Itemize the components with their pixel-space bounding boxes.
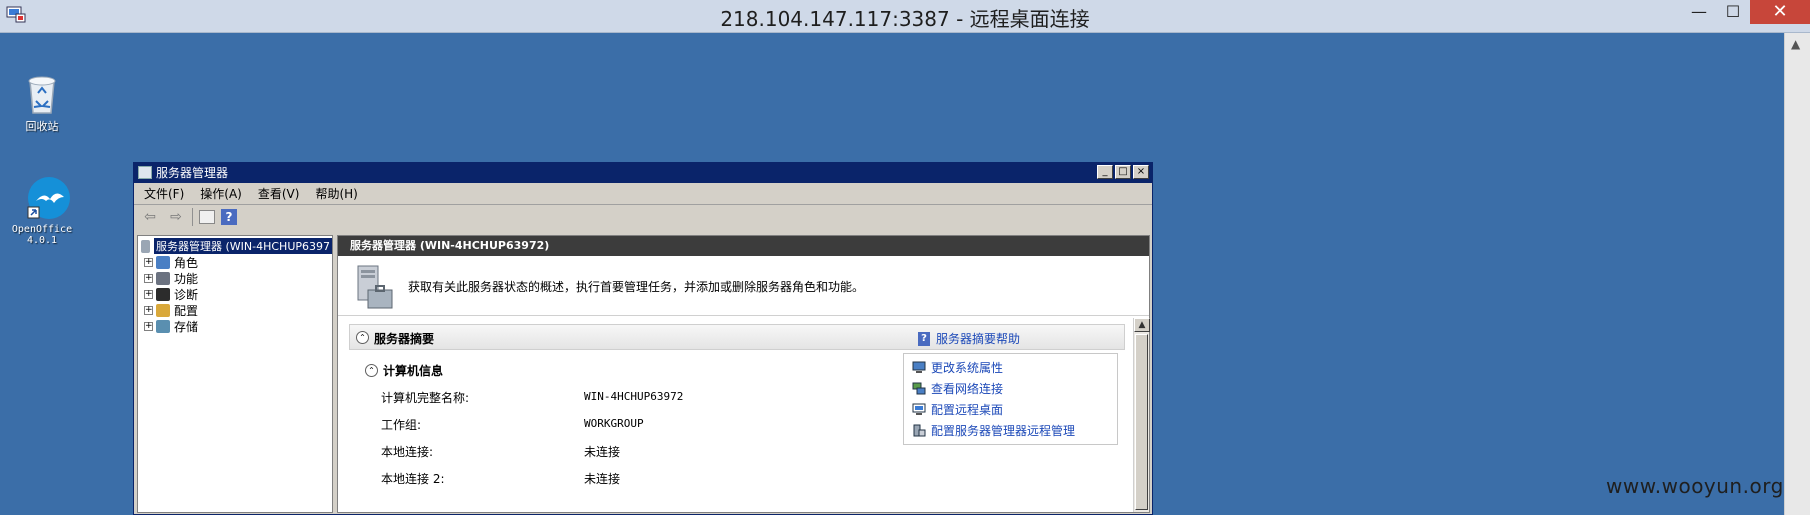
task-configure-remote-management[interactable]: 配置服务器管理器远程管理 [912, 422, 1075, 439]
remote-desktop: 回收站 OpenOffice 4.0.1 服务器管理器 _ □ × 文件(F) … [0, 33, 1784, 515]
info-label-local-connection-2: 本地连接 2: [381, 472, 445, 486]
pane-scrollbar[interactable]: ▲ [1133, 318, 1150, 512]
task-label: 查看网络连接 [931, 382, 1004, 396]
openoffice-label-line2: 4.0.1 [26, 235, 58, 246]
expand-icon[interactable]: + [144, 321, 153, 331]
minimize-button[interactable]: — [1682, 0, 1716, 24]
tree-item-storage[interactable]: + 存储 [138, 318, 332, 334]
server-icon [141, 239, 150, 253]
close-button[interactable]: ✕ [1750, 0, 1810, 24]
task-configure-remote-desktop[interactable]: 配置远程桌面 [912, 401, 1003, 418]
pane-description: 获取有关此服务器状态的概述，执行首要管理任务，并添加或删除服务器角色和功能。 [338, 256, 1149, 316]
tree-root-label: 服务器管理器 (WIN-4HCHUP6397 [153, 238, 332, 254]
menu-file[interactable]: 文件(F) [144, 185, 184, 202]
help-icon[interactable]: ? [221, 209, 237, 225]
collapse-icon[interactable]: ⌃ [365, 364, 378, 377]
expand-icon[interactable]: + [144, 289, 153, 299]
task-label: 配置远程桌面 [931, 403, 1004, 417]
server-toolbox-icon [357, 265, 393, 309]
window-title-bar[interactable]: 服务器管理器 _ □ × [134, 163, 1152, 183]
recycle-bin-shortcut[interactable]: 回收站 [20, 73, 64, 134]
collapse-icon[interactable]: ⌃ [356, 331, 369, 344]
expand-icon[interactable]: + [144, 257, 153, 267]
server-manager-icon [138, 166, 152, 179]
task-change-system-properties[interactable]: 更改系统属性 [912, 359, 1003, 376]
console-tree: 服务器管理器 (WIN-4HCHUP6397 + 角色 + 功能 + 诊断 + … [137, 235, 333, 513]
task-label: 更改系统属性 [931, 361, 1004, 375]
storage-icon [156, 319, 170, 333]
menu-bar: 文件(F) 操作(A) 查看(V) 帮助(H) [134, 183, 1152, 205]
forward-arrow-icon[interactable]: ⇨ [166, 208, 186, 226]
tree-item-label: 功能 [174, 271, 199, 286]
rdp-title-bar: 218.104.147.117:3387 - 远程桌面连接 — ☐ ✕ [0, 0, 1810, 33]
openoffice-label-line1: OpenOffice [11, 224, 73, 235]
info-value-workgroup: WORKGROUP [584, 417, 644, 430]
menu-action[interactable]: 操作(A) [200, 185, 242, 202]
window-controls: _ □ × [1097, 165, 1149, 179]
task-view-network-connections[interactable]: 查看网络连接 [912, 380, 1003, 397]
pane-body: ⌃ 服务器摘要 ? 服务器摘要帮助 ⌃ 计算机信息 计算机完整名称: WIN-4… [338, 318, 1133, 512]
pane-header: 服务器管理器 (WIN-4HCHUP63972) [338, 236, 1149, 256]
toolbar: ⇦ ⇨ ? [134, 205, 1152, 229]
tree-item-label: 诊断 [174, 287, 199, 302]
info-value-local-connection-2: 未连接 [584, 472, 621, 486]
system-properties-icon [912, 361, 926, 373]
server-summary-section: ⌃ 服务器摘要 ? 服务器摘要帮助 [349, 324, 1125, 350]
computer-info-title: 计算机信息 [383, 364, 444, 378]
expand-icon[interactable]: + [144, 273, 153, 283]
server-summary-title: 服务器摘要 [374, 332, 435, 346]
help-link-label: 服务器摘要帮助 [936, 332, 1021, 346]
maximize-button[interactable]: ☐ [1716, 0, 1750, 24]
remote-management-icon [913, 424, 926, 437]
window-close-button[interactable]: × [1133, 165, 1149, 179]
features-icon [156, 271, 170, 285]
tree-item-label: 角色 [174, 255, 199, 270]
scroll-up-arrow-icon[interactable]: ▲ [1134, 318, 1150, 332]
window-title: 服务器管理器 [156, 166, 229, 180]
rdp-scrollbar[interactable]: ▲ [1784, 33, 1810, 515]
menu-help[interactable]: 帮助(H) [315, 185, 357, 202]
tree-item-diagnostics[interactable]: + 诊断 [138, 286, 332, 302]
toolbar-divider [192, 208, 193, 226]
recycle-bin-label: 回收站 [25, 120, 59, 133]
rdp-window-title: 218.104.147.117:3387 - 远程桌面连接 [720, 7, 1090, 31]
window-minimize-button[interactable]: _ [1097, 165, 1113, 179]
tree-item-label: 存储 [174, 319, 199, 334]
show-hide-console-tree-icon[interactable] [199, 210, 215, 224]
tree-item-label: 配置 [174, 303, 199, 318]
roles-icon [156, 255, 170, 269]
description-text: 获取有关此服务器状态的概述，执行首要管理任务，并添加或删除服务器角色和功能。 [408, 280, 865, 294]
info-value-computer-name: WIN-4HCHUP63972 [584, 390, 684, 403]
window-maximize-button[interactable]: □ [1115, 165, 1131, 179]
tasks-panel: 更改系统属性 查看网络连接 配置远程桌面 配置服务器管理器远程管理 [903, 353, 1118, 445]
back-arrow-icon[interactable]: ⇦ [140, 208, 160, 226]
info-label-local-connection: 本地连接: [381, 445, 434, 459]
details-pane: 服务器管理器 (WIN-4HCHUP63972) 获取有关此服务器状态的概述，执… [337, 235, 1150, 513]
task-label: 配置服务器管理器远程管理 [931, 424, 1076, 438]
openoffice-shortcut[interactable]: OpenOffice 4.0.1 [6, 175, 78, 246]
tree-item-roles[interactable]: + 角色 [138, 254, 332, 270]
scrollbar-thumb[interactable] [1135, 334, 1148, 510]
server-summary-help-link[interactable]: ? 服务器摘要帮助 [918, 330, 1020, 347]
info-label-computer-name: 计算机完整名称: [381, 391, 470, 405]
openoffice-icon [27, 177, 70, 219]
tree-item-configuration[interactable]: + 配置 [138, 302, 332, 318]
network-connections-icon [912, 382, 926, 395]
info-label-workgroup: 工作组: [381, 418, 422, 432]
remote-desktop-config-icon [912, 403, 926, 415]
server-manager-window: 服务器管理器 _ □ × 文件(F) 操作(A) 查看(V) 帮助(H) ⇦ ⇨… [133, 162, 1153, 515]
watermark: www.wooyun.org [1606, 474, 1784, 498]
computer-info-header[interactable]: ⌃ 计算机信息 [365, 362, 443, 379]
tree-item-features[interactable]: + 功能 [138, 270, 332, 286]
menu-view[interactable]: 查看(V) [258, 185, 300, 202]
diagnostics-icon [156, 287, 170, 301]
recycle-bin-icon [28, 76, 56, 114]
tree-root-item[interactable]: 服务器管理器 (WIN-4HCHUP6397 [138, 238, 332, 254]
info-value-local-connection: 未连接 [584, 445, 621, 459]
help-icon: ? [918, 331, 930, 346]
expand-icon[interactable]: + [144, 305, 153, 315]
configuration-icon [156, 303, 170, 317]
scroll-up-arrow-icon[interactable]: ▲ [1791, 37, 1800, 51]
